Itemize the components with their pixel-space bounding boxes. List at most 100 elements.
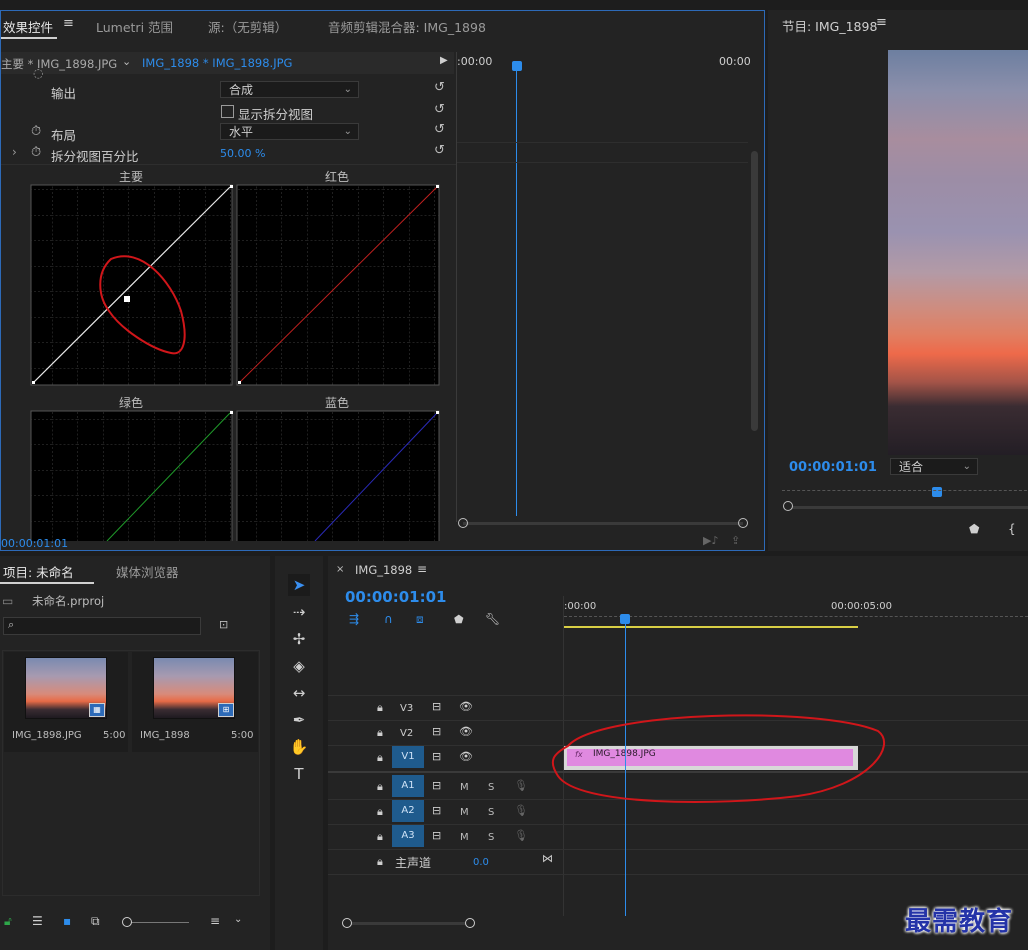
search-input[interactable]: ⌕ <box>3 617 201 635</box>
timeline-timecode[interactable]: 00:00:01:01 <box>345 588 447 606</box>
item-name: IMG_1898.JPG <box>12 730 82 741</box>
eye-icon[interactable]: 👁︎ <box>459 700 473 713</box>
master-volume-value[interactable]: 0.0 <box>473 857 489 868</box>
lock-icon[interactable]: 🔒︎ <box>377 855 383 869</box>
sync-lock-icon[interactable]: ⊟ <box>432 750 441 763</box>
mini-ruler-end: 00:00 <box>719 55 751 68</box>
scroll-handle-right[interactable] <box>738 518 748 528</box>
eye-icon[interactable]: 👁︎ <box>459 725 473 738</box>
type-tool-icon[interactable]: T <box>288 763 310 785</box>
zoom-slider-handle[interactable] <box>122 917 132 927</box>
rgb-curves[interactable] <box>1 11 457 541</box>
list-view-icon[interactable]: ☰ <box>32 914 43 928</box>
lock-icon[interactable]: 🔒︎ <box>377 726 383 740</box>
solo-button[interactable]: S <box>488 832 494 843</box>
lock-icon[interactable]: 🔒︎ <box>377 701 383 715</box>
icon-view-icon[interactable]: ▪ <box>63 914 71 928</box>
freeform-view-icon[interactable]: ⧉ <box>91 914 100 929</box>
mute-button[interactable]: M <box>460 807 469 818</box>
add-marker-icon[interactable]: ⬟ <box>969 522 979 536</box>
item-name: IMG_1898 <box>140 730 190 741</box>
divider <box>328 849 1028 850</box>
track-target-a2[interactable]: A2 <box>392 800 424 822</box>
horizontal-scrollbar[interactable] <box>463 522 743 525</box>
sync-lock-icon[interactable]: ⊟ <box>432 829 441 842</box>
fit-dropdown[interactable]: 适合 ⌄ <box>890 458 978 475</box>
selection-tool-icon[interactable]: ➤ <box>288 574 310 596</box>
tab-project[interactable]: 项目: 未命名 <box>3 562 74 581</box>
hand-tool-icon[interactable]: ✋ <box>288 736 310 758</box>
track-select-tool-icon[interactable]: ⇢ <box>288 601 310 623</box>
effects-current-time[interactable]: 00:00:01:01 <box>1 537 68 550</box>
track-label-v3[interactable]: V3 <box>400 703 413 714</box>
scroll-handle-left[interactable] <box>458 518 468 528</box>
timeline-ruler <box>564 616 1028 618</box>
ripple-edit-tool-icon[interactable]: ✢ <box>288 628 310 650</box>
program-monitor-title[interactable]: 节目: IMG_1898 <box>782 16 877 35</box>
timeline-scrollbar[interactable] <box>346 922 471 925</box>
folder-icon: ▭ <box>2 594 14 608</box>
zoom-handle[interactable] <box>783 501 793 511</box>
playhead-handle[interactable] <box>512 61 522 71</box>
export-icon[interactable]: ⇪ <box>731 534 740 547</box>
project-file-name: 未命名.prproj <box>32 594 105 608</box>
new-bin-icon[interactable]: ⊡ <box>219 618 228 631</box>
audio-icon[interactable]: ▶♪ <box>703 534 718 547</box>
mark-in-icon[interactable]: { <box>1008 522 1016 536</box>
panel-menu-icon[interactable]: ≡ <box>876 15 887 30</box>
ruler-mark: 00:00:05:00 <box>831 601 893 612</box>
playhead-handle[interactable] <box>932 487 942 497</box>
snap-icon[interactable]: ∩ <box>384 612 393 626</box>
item-duration: 5:00 <box>231 730 254 741</box>
go-to-end-icon[interactable]: ⋈ <box>542 852 553 865</box>
mute-button[interactable]: M <box>460 782 469 793</box>
linked-selection-icon[interactable]: ⧈ <box>416 612 424 627</box>
program-preview-image <box>888 50 1028 455</box>
close-icon[interactable]: × <box>336 564 344 575</box>
zoom-slider[interactable] <box>127 922 189 923</box>
nest-icon[interactable]: ⇶ <box>349 612 359 626</box>
active-tab-underline <box>0 582 94 584</box>
track-target-v1[interactable]: V1 <box>392 746 424 768</box>
work-area-bar[interactable] <box>564 626 858 628</box>
program-timecode[interactable]: 00:00:01:01 <box>789 460 877 475</box>
razor-tool-icon[interactable]: ◈ <box>288 655 310 677</box>
microphone-icon[interactable]: 🎙︎ <box>514 829 528 842</box>
program-monitor-panel: 节目: IMG_1898 ≡ 00:00:01:01 适合 ⌄ ⬟ { <box>768 10 1028 551</box>
track-target-a3[interactable]: A3 <box>392 825 424 847</box>
curve-control-point <box>124 296 130 302</box>
solo-button[interactable]: S <box>488 782 494 793</box>
lock-icon[interactable]: 🔒︎ <box>377 830 383 844</box>
sync-lock-icon[interactable]: ⊟ <box>432 804 441 817</box>
eye-icon[interactable]: 👁︎ <box>459 750 473 763</box>
microphone-icon[interactable]: 🎙︎ <box>514 804 528 817</box>
panel-menu-icon[interactable]: ≡ <box>417 562 427 576</box>
add-marker-icon[interactable]: ⬟ <box>454 613 464 626</box>
slip-tool-icon[interactable]: ↔ <box>288 682 310 704</box>
track-label-v2[interactable]: V2 <box>400 728 413 739</box>
tab-media-browser[interactable]: 媒体浏览器 <box>116 562 179 581</box>
sync-lock-icon[interactable]: ⊟ <box>432 725 441 738</box>
chevron-down-icon[interactable]: ⌄ <box>234 914 242 925</box>
image-badge-icon: ▦ <box>89 703 105 717</box>
watermark: 最需教育 <box>905 907 1014 937</box>
sync-lock-icon[interactable]: ⊟ <box>432 779 441 792</box>
sort-icon[interactable]: ≡ <box>210 914 220 928</box>
track-target-a1[interactable]: A1 <box>392 775 424 797</box>
pen-tool-icon[interactable]: ✒ <box>288 709 310 731</box>
solo-button[interactable]: S <box>488 807 494 818</box>
sequence-tab[interactable]: IMG_1898 <box>355 563 412 577</box>
microphone-icon[interactable]: 🎙︎ <box>514 779 528 792</box>
divider <box>457 162 748 163</box>
lock-icon[interactable]: 🔓︎ <box>4 914 12 929</box>
lock-icon[interactable]: 🔒︎ <box>377 751 383 765</box>
lock-icon[interactable]: 🔒︎ <box>377 805 383 819</box>
sync-lock-icon[interactable]: ⊟ <box>432 700 441 713</box>
vertical-scrollbar[interactable] <box>751 151 758 431</box>
wrench-icon[interactable]: 🔧︎ <box>485 612 500 626</box>
scroll-handle-right[interactable] <box>465 918 475 928</box>
zoom-scrollbar[interactable] <box>784 506 1028 509</box>
mute-button[interactable]: M <box>460 832 469 843</box>
scroll-handle-left[interactable] <box>342 918 352 928</box>
lock-icon[interactable]: 🔒︎ <box>377 780 383 794</box>
